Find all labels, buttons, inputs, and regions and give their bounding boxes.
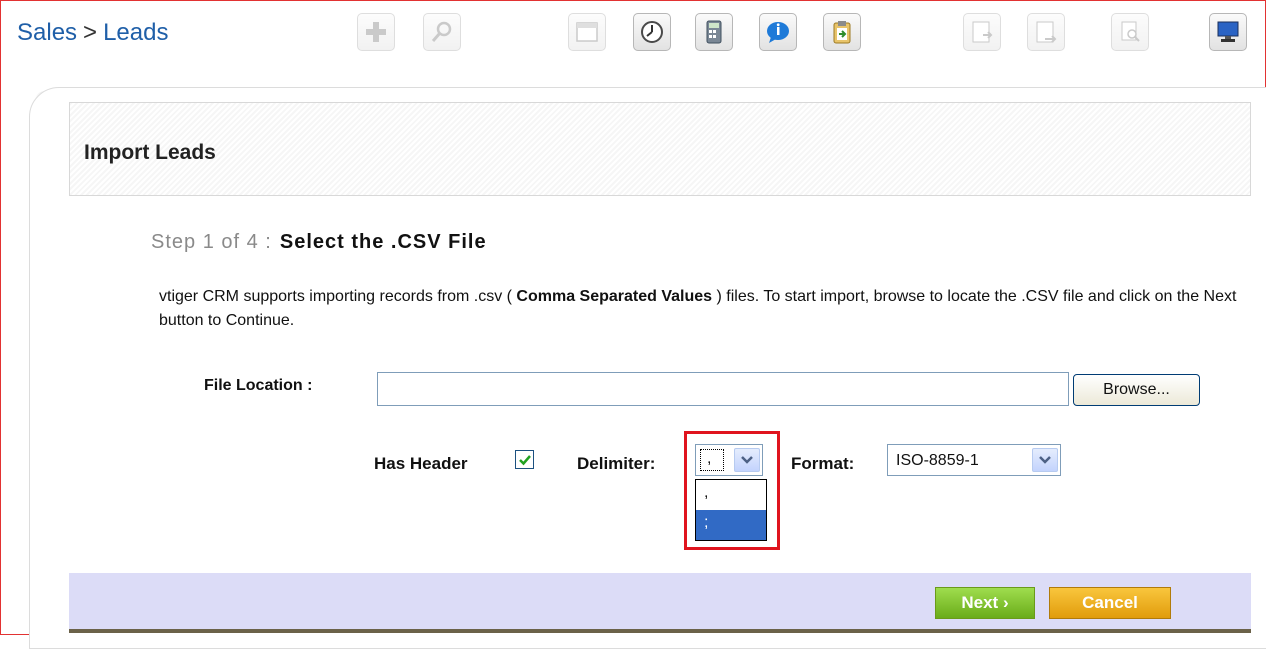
browse-button[interactable]: Browse... bbox=[1073, 374, 1200, 406]
export-icon bbox=[1036, 21, 1057, 43]
format-label: Format: bbox=[791, 454, 855, 473]
search-button[interactable] bbox=[423, 13, 461, 51]
format-dropdown-arrow[interactable] bbox=[1032, 448, 1058, 472]
next-button[interactable]: Next › bbox=[935, 587, 1035, 619]
step-indicator: Step 1 of 4 : Select the .CSV File bbox=[151, 231, 487, 254]
file-location-input[interactable] bbox=[377, 372, 1069, 406]
checkmark-icon bbox=[518, 454, 531, 465]
cancel-button[interactable]: Cancel bbox=[1049, 587, 1171, 619]
annotation-highlight bbox=[684, 431, 780, 550]
breadcrumb-separator: > bbox=[83, 19, 98, 46]
file-location-label: File Location : bbox=[204, 377, 313, 394]
step-title: Select the .CSV File bbox=[279, 231, 487, 253]
import-header: Import Leads bbox=[69, 102, 1251, 196]
monitor-icon bbox=[1217, 21, 1239, 42]
chat-button[interactable] bbox=[759, 13, 797, 51]
format-select[interactable]: ISO-8859-1 bbox=[887, 444, 1061, 476]
monitor-button[interactable] bbox=[1209, 13, 1247, 51]
import-button[interactable] bbox=[963, 13, 1001, 51]
calculator-button[interactable] bbox=[695, 13, 733, 51]
search-icon bbox=[431, 21, 452, 42]
breadcrumb-page[interactable]: Leads bbox=[103, 19, 168, 46]
find-duplicates-icon bbox=[1121, 21, 1140, 42]
calculator-icon bbox=[706, 20, 722, 44]
find-duplicates-button[interactable] bbox=[1111, 13, 1149, 51]
footer-divider bbox=[69, 629, 1251, 633]
description-text-1: vtiger CRM supports importing records fr… bbox=[159, 288, 517, 305]
step-counter: Step 1 of 4 : bbox=[151, 231, 272, 253]
add-icon bbox=[366, 22, 386, 42]
breadcrumb: Sales > Leads bbox=[17, 19, 168, 47]
clipboard-button[interactable] bbox=[823, 13, 861, 51]
has-header-label: Has Header bbox=[374, 454, 468, 473]
has-header-checkbox[interactable] bbox=[515, 450, 534, 469]
calendar-button[interactable] bbox=[568, 13, 606, 51]
delimiter-label: Delimiter: bbox=[577, 454, 656, 473]
import-icon bbox=[972, 21, 993, 43]
export-button[interactable] bbox=[1027, 13, 1065, 51]
breadcrumb-module[interactable]: Sales bbox=[17, 19, 77, 46]
import-description: vtiger CRM supports importing records fr… bbox=[159, 285, 1239, 333]
clock-button[interactable] bbox=[633, 13, 671, 51]
calendar-icon bbox=[576, 22, 598, 42]
chat-icon bbox=[767, 22, 789, 43]
format-selected-value: ISO-8859-1 bbox=[896, 452, 979, 469]
clipboard-import-icon bbox=[833, 21, 851, 44]
top-toolbar: Sales > Leads bbox=[1, 1, 1265, 85]
clock-icon bbox=[641, 21, 663, 43]
add-button[interactable] bbox=[357, 13, 395, 51]
description-bold: Comma Separated Values bbox=[516, 288, 713, 305]
chevron-down-icon bbox=[1039, 456, 1051, 464]
page-title: Import Leads bbox=[84, 141, 216, 164]
